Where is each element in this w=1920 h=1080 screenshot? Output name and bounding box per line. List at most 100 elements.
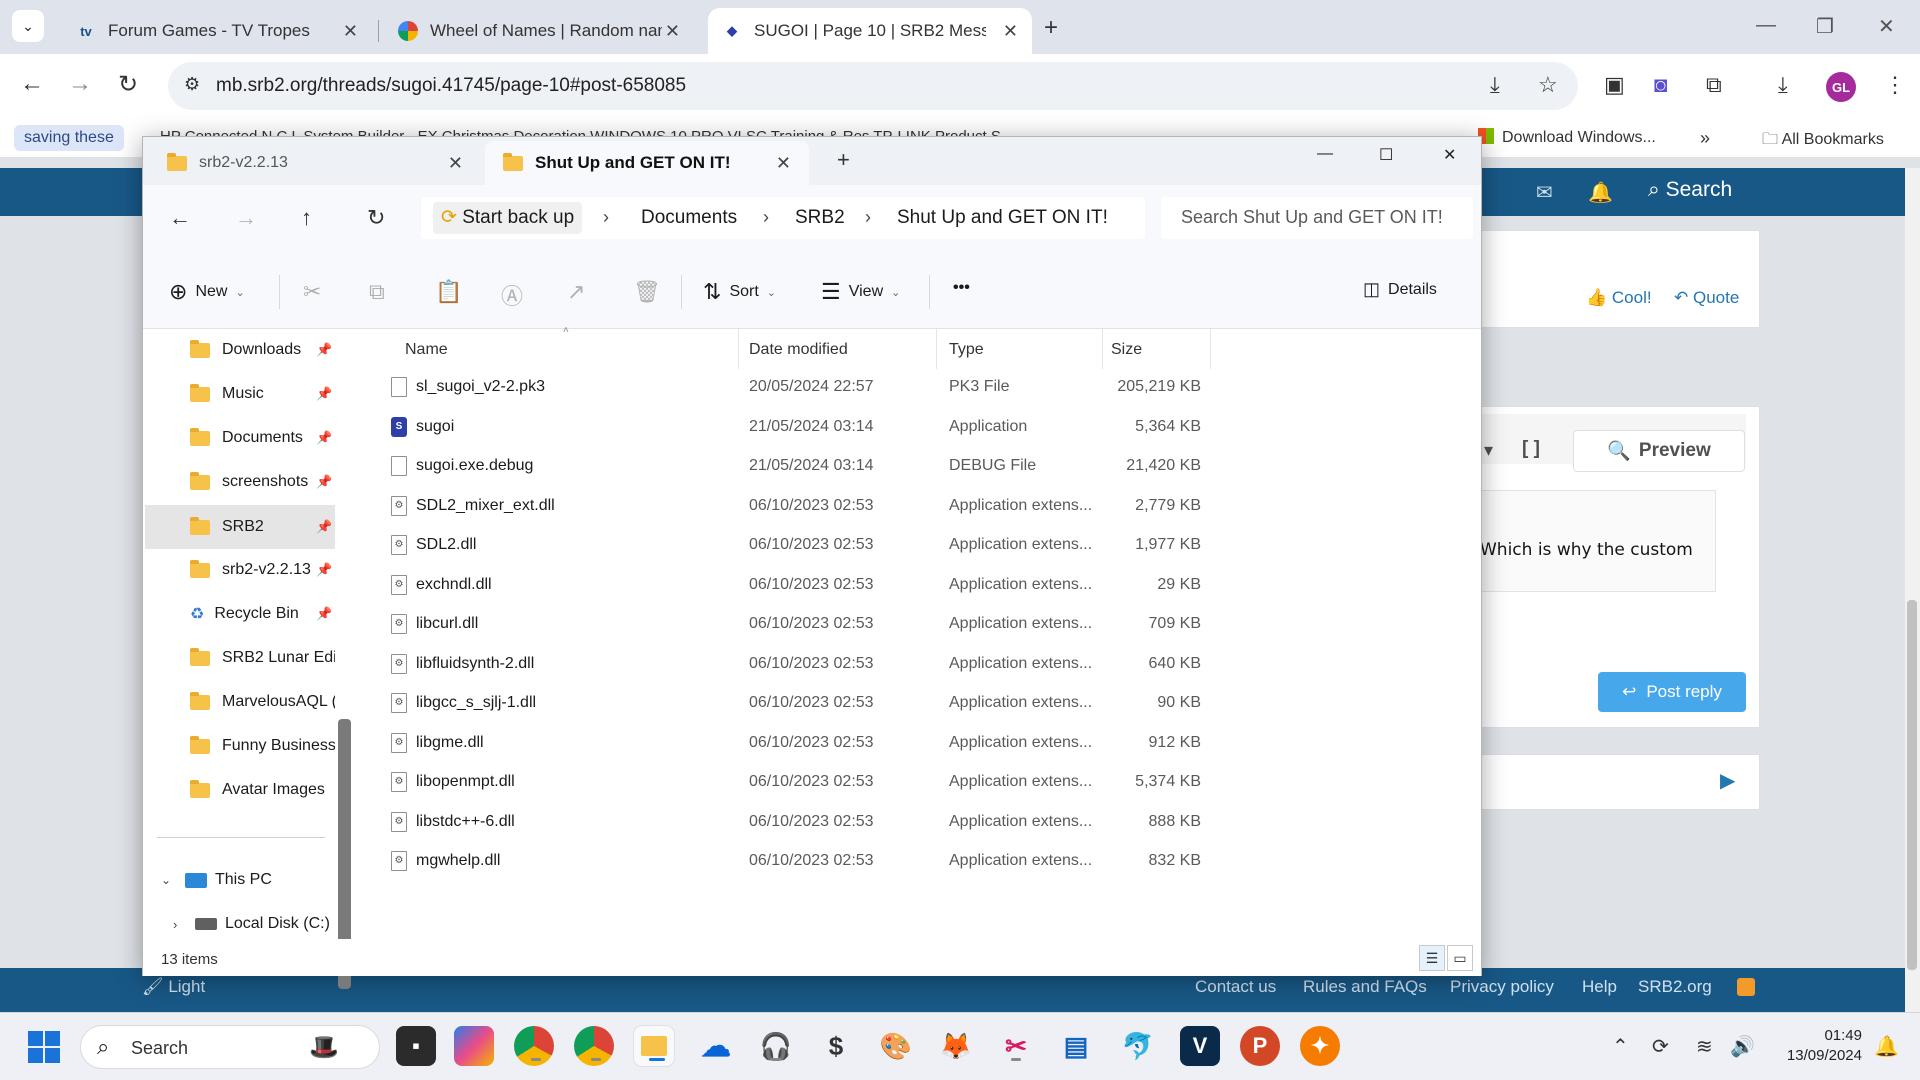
- new-tab-button[interactable]: +: [1044, 14, 1058, 42]
- tree-local-disk[interactable]: › Local Disk (C:): [145, 905, 335, 943]
- file-row[interactable]: Ssugoi 21/05/2024 03:14 Application 5,364 K…: [359, 409, 1481, 448]
- all-bookmarks[interactable]: 🗀 All Bookmarks: [1762, 128, 1884, 155]
- install-app-icon[interactable]: ⤓: [1490, 72, 1500, 98]
- sidebar-item-screenshots[interactable]: screenshots 📌: [145, 463, 335, 501]
- menu-kebab-icon[interactable]: ⋮: [1884, 72, 1906, 98]
- file-row[interactable]: sugoi.exe.debug 21/05/2024 03:14 DEBUG Fil…: [359, 448, 1481, 487]
- taskbar-search[interactable]: ⌕ Search 🎩: [80, 1025, 380, 1069]
- browser-tab[interactable]: tv Forum Games - TV Tropes ✕: [62, 8, 372, 54]
- explorer-tab[interactable]: srb2-v2.2.13 ✕: [149, 141, 481, 185]
- sync-icon[interactable]: ⟳: [1652, 1034, 1669, 1059]
- file-row[interactable]: ⚙ exchndl.dll 06/10/2023 02:53 Application …: [359, 567, 1481, 606]
- cut-button[interactable]: ✂: [303, 279, 321, 305]
- new-tab-button[interactable]: +: [837, 147, 850, 173]
- download-icon[interactable]: ⤓: [1778, 72, 1788, 98]
- breadcrumb-current[interactable]: Shut Up and GET ON IT!: [897, 207, 1108, 229]
- close-icon[interactable]: ✕: [1003, 21, 1018, 42]
- file-row[interactable]: ⚙ SDL2.dll 06/10/2023 02:53 Application ext…: [359, 527, 1481, 566]
- file-row[interactable]: ⚙ libstdc++-6.dll 06/10/2023 02:53 Applicat…: [359, 804, 1481, 843]
- restore-icon[interactable]: ❐: [1816, 14, 1834, 39]
- column-header-type[interactable]: Type: [937, 329, 1103, 369]
- notepad-icon[interactable]: ▤: [1056, 1026, 1096, 1066]
- dropdown-caret-icon[interactable]: ▾: [1484, 440, 1493, 461]
- close-icon[interactable]: ✕: [343, 21, 358, 42]
- tray-overflow-icon[interactable]: ⌃: [1612, 1034, 1629, 1059]
- file-row[interactable]: ⚙ libgme.dll 06/10/2023 02:53 Application e…: [359, 725, 1481, 764]
- chevron-right-icon[interactable]: ›: [763, 207, 769, 228]
- sidebar-item-srb2-v2213[interactable]: srb2-v2.2.13 📌: [145, 551, 335, 589]
- delete-button[interactable]: 🗑: [633, 279, 661, 305]
- footer-link-srb2[interactable]: SRB2.org: [1638, 977, 1712, 997]
- reload-icon[interactable]: ↻: [118, 70, 138, 99]
- copy-button[interactable]: ⧉: [369, 279, 385, 305]
- gimp-icon[interactable]: 🦊: [936, 1026, 976, 1066]
- footer-link-contact[interactable]: Contact us: [1195, 977, 1276, 997]
- rss-icon[interactable]: [1737, 978, 1755, 996]
- chevron-right-icon[interactable]: ›: [173, 917, 195, 932]
- close-window-icon[interactable]: ✕: [1443, 145, 1456, 165]
- site-settings-icon[interactable]: ⚙: [184, 74, 200, 95]
- column-header-size[interactable]: Size: [1103, 329, 1211, 369]
- browser-tab[interactable]: Wheel of Names | Random name picker ✕: [384, 8, 694, 54]
- sidebar-item-documents[interactable]: Documents 📌: [145, 419, 335, 457]
- paste-button[interactable]: 📋: [435, 279, 462, 305]
- profile-avatar[interactable]: GL: [1826, 72, 1856, 102]
- forward-icon[interactable]: →: [68, 70, 92, 98]
- steam-icon[interactable]: $: [816, 1026, 856, 1066]
- start-button[interactable]: [28, 1031, 60, 1063]
- breadcrumb[interactable]: ⟳ Start back up › Documents › SRB2 › Shu…: [421, 197, 1145, 239]
- bbcode-toggle-button[interactable]: [ ]: [1522, 438, 1540, 460]
- file-row[interactable]: ⚙ libfluidsynth-2.dll 06/10/2023 02:53 Appl…: [359, 646, 1481, 685]
- powerpoint-icon[interactable]: P: [1240, 1026, 1280, 1066]
- forward-icon[interactable]: →: [235, 205, 257, 231]
- maximize-icon[interactable]: ☐: [1379, 145, 1393, 165]
- sidebar-item-srb2[interactable]: SRB2 📌: [145, 505, 335, 549]
- wifi-icon[interactable]: ≋: [1696, 1034, 1713, 1059]
- breadcrumb-documents[interactable]: Documents: [641, 207, 737, 229]
- chevron-right-icon[interactable]: ›: [865, 207, 871, 228]
- bell-icon[interactable]: 🔔: [1588, 180, 1613, 205]
- file-row[interactable]: ⚙ libgcc_s_sjlj-1.dll 06/10/2023 02:53 Appl…: [359, 685, 1481, 724]
- search-input[interactable]: Search Shut Up and GET ON IT!: [1161, 197, 1473, 239]
- large-icons-view-icon[interactable]: ▭: [1447, 945, 1473, 971]
- sidebar-item-downloads[interactable]: Downloads 📌: [145, 331, 335, 369]
- extension-icon[interactable]: ◙: [1654, 72, 1667, 98]
- clock[interactable]: 01:49 13/09/2024: [1776, 1026, 1862, 1066]
- column-header-date[interactable]: Date modified: [739, 329, 937, 369]
- new-button[interactable]: ⊕ New ⌄: [169, 279, 245, 305]
- minimize-icon[interactable]: —: [1756, 14, 1776, 37]
- rename-button[interactable]: Ⓐ: [501, 279, 523, 311]
- sidebar-item-srb2-lunar[interactable]: SRB2 Lunar Editi: [145, 639, 335, 677]
- explorer-tab-active[interactable]: Shut Up and GET ON IT! ✕: [485, 141, 809, 185]
- bookmark-download-windows[interactable]: Download Windows...: [1478, 128, 1656, 147]
- details-view-icon[interactable]: ☰: [1419, 945, 1445, 971]
- style-chooser[interactable]: 🖌 Light: [142, 977, 205, 997]
- column-header-name[interactable]: Name ˄: [359, 325, 739, 369]
- notification-bell-icon[interactable]: 🔔: [1874, 1034, 1899, 1059]
- vscode-icon[interactable]: V: [1180, 1026, 1220, 1066]
- close-icon[interactable]: ✕: [776, 153, 791, 174]
- close-window-icon[interactable]: ✕: [1878, 14, 1895, 39]
- inbox-icon[interactable]: ✉: [1536, 180, 1553, 205]
- dolphin-icon[interactable]: 🐬: [1118, 1026, 1158, 1066]
- view-button[interactable]: ☰ View ⌄: [821, 279, 900, 305]
- up-icon[interactable]: ↑: [301, 205, 312, 231]
- volume-icon[interactable]: 🔊: [1730, 1034, 1755, 1059]
- cool-reaction-button[interactable]: 👍 Cool!: [1586, 288, 1652, 308]
- breadcrumb-srb2[interactable]: SRB2: [795, 207, 845, 229]
- back-icon[interactable]: ←: [169, 205, 191, 231]
- quote-button[interactable]: ↶ Quote: [1674, 288, 1739, 308]
- extensions-puzzle-icon[interactable]: ⧉: [1706, 72, 1722, 98]
- site-search-button[interactable]: ⌕ Search: [1648, 178, 1732, 202]
- details-pane-button[interactable]: ◫ Details: [1363, 279, 1437, 300]
- bookmark-star-icon[interactable]: ☆: [1538, 72, 1558, 98]
- next-page-icon[interactable]: ▶: [1720, 768, 1735, 793]
- bookmark-group[interactable]: saving these: [14, 125, 124, 151]
- file-row[interactable]: sl_sugoi_v2-2.pk3 20/05/2024 22:57 PK3 Fil…: [359, 369, 1481, 408]
- close-icon[interactable]: ✕: [448, 153, 463, 174]
- footer-link-help[interactable]: Help: [1582, 977, 1617, 997]
- url-text[interactable]: mb.srb2.org/threads/sugoi.41745/page-10#…: [216, 75, 686, 97]
- chevron-right-icon[interactable]: ›: [603, 207, 609, 228]
- footer-link-rules[interactable]: Rules and FAQs: [1303, 977, 1427, 997]
- extension-icon[interactable]: ▣: [1604, 72, 1625, 98]
